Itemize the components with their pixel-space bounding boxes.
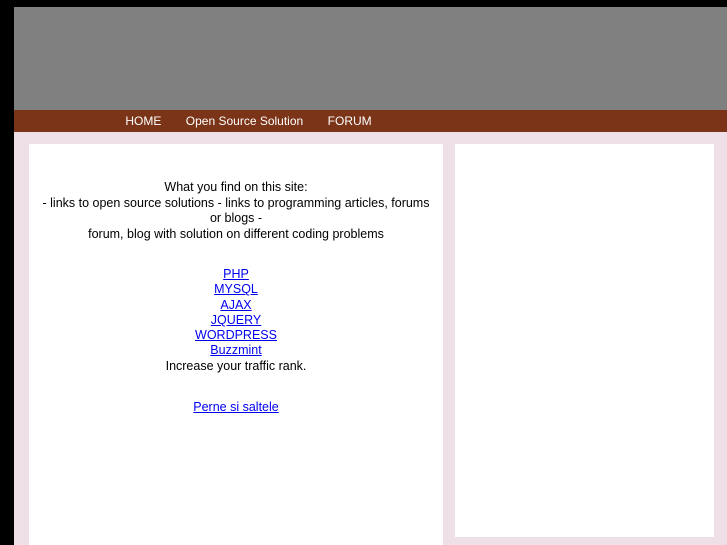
link-jquery[interactable]: JQUERY (211, 313, 261, 327)
main-content-panel: What you find on this site: - links to o… (29, 144, 443, 545)
link-ajax[interactable]: AJAX (220, 298, 251, 312)
intro-text: What you find on this site: - links to o… (29, 144, 443, 242)
resource-link-list: PHP MYSQL AJAX JQUERY WORDPRESS Buzzmint… (29, 242, 443, 374)
site-banner (14, 7, 727, 110)
intro-line-2: - links to open source solutions - links… (42, 195, 430, 226)
link-wordpress[interactable]: WORDPRESS (195, 328, 277, 342)
nav-link-home[interactable]: HOME (115, 113, 171, 129)
link-buzzmint[interactable]: Buzzmint (210, 343, 261, 357)
link-php[interactable]: PHP (223, 267, 249, 281)
nav-link-open-source-solution[interactable]: Open Source Solution (176, 113, 313, 129)
link-mysql[interactable]: MYSQL (214, 282, 258, 296)
tagline-text: Increase your traffic rank. (165, 358, 307, 373)
nav-item-open-source-solution[interactable]: Open Source Solution (176, 112, 313, 130)
nav-link-forum[interactable]: FORUM (318, 113, 382, 129)
extra-link-list: Perne si saltele (29, 374, 443, 415)
nav-item-home[interactable]: HOME (115, 112, 171, 130)
nav-item-forum[interactable]: FORUM (318, 112, 382, 130)
link-perne-si-saltele[interactable]: Perne si saltele (193, 400, 278, 414)
nav-list: HOME Open Source Solution FORUM (115, 112, 381, 130)
intro-line-1: What you find on this site: (164, 180, 308, 194)
sidebar-panel (455, 144, 714, 537)
main-navigation: HOME Open Source Solution FORUM (14, 110, 727, 132)
intro-line-3: forum, blog with solution on different c… (88, 226, 384, 241)
page-root: HOME Open Source Solution FORUM What you… (0, 0, 727, 545)
content-area: What you find on this site: - links to o… (14, 132, 727, 545)
